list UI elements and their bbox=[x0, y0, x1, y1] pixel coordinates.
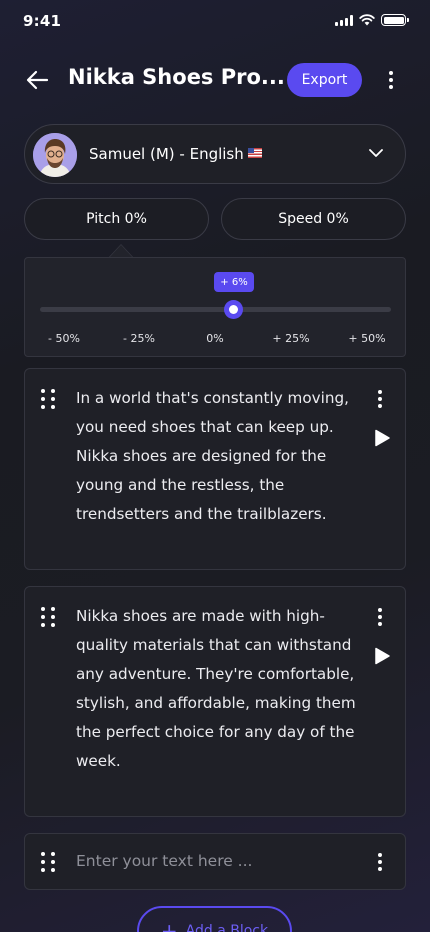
slider-tick: - 25% bbox=[123, 332, 155, 345]
play-icon[interactable] bbox=[374, 429, 390, 447]
popover-caret bbox=[108, 244, 134, 258]
page-title: Nikka Shoes Pro... bbox=[68, 65, 285, 89]
wifi-icon bbox=[359, 14, 375, 26]
drag-handle-icon[interactable] bbox=[41, 607, 55, 627]
back-arrow-icon[interactable] bbox=[24, 66, 52, 94]
status-bar: 9:41 bbox=[0, 0, 430, 44]
block-more-icon[interactable] bbox=[370, 604, 390, 630]
block-more-icon[interactable] bbox=[370, 386, 390, 412]
speed-button[interactable]: Speed 0% bbox=[221, 198, 406, 240]
slider-thumb[interactable] bbox=[224, 300, 243, 319]
slider-tick: - 50% bbox=[48, 332, 80, 345]
top-app-bar: Nikka Shoes Pro... Export bbox=[0, 60, 430, 100]
voice-selector[interactable]: Samuel (M) - English bbox=[24, 124, 406, 184]
cellular-signal-icon bbox=[335, 14, 353, 26]
play-icon[interactable] bbox=[374, 647, 390, 665]
pitch-slider-panel: + 6% - 50% - 25% 0% + 25% + 50% bbox=[24, 257, 406, 357]
pitch-button[interactable]: Pitch 0% bbox=[24, 198, 209, 240]
block-more-icon[interactable] bbox=[370, 849, 390, 875]
block-text[interactable]: In a world that's constantly moving, you… bbox=[76, 384, 361, 529]
slider-tick: + 25% bbox=[272, 332, 310, 345]
slider-value-tooltip: + 6% bbox=[214, 272, 254, 292]
status-time: 9:41 bbox=[23, 12, 62, 30]
add-block-button[interactable]: + Add a Block bbox=[137, 906, 292, 932]
slider-track[interactable] bbox=[40, 307, 391, 312]
voice-avatar bbox=[33, 133, 77, 177]
text-block: Nikka shoes are made with high-quality m… bbox=[24, 586, 406, 817]
text-input[interactable]: Enter your text here ... bbox=[76, 852, 252, 870]
voice-name: Samuel (M) - English bbox=[89, 145, 244, 163]
drag-handle-icon[interactable] bbox=[41, 389, 55, 409]
battery-icon bbox=[381, 14, 409, 26]
slider-tick: 0% bbox=[206, 332, 224, 345]
slider-ticks: - 50% - 25% 0% + 25% + 50% bbox=[25, 332, 405, 348]
text-block: In a world that's constantly moving, you… bbox=[24, 368, 406, 570]
chevron-down-icon bbox=[369, 149, 383, 157]
drag-handle-icon[interactable] bbox=[41, 852, 55, 872]
more-options-icon[interactable] bbox=[381, 67, 401, 93]
add-block-label: Add a Block bbox=[185, 923, 269, 932]
export-button[interactable]: Export bbox=[287, 63, 362, 97]
new-text-block: Enter your text here ... bbox=[24, 833, 406, 890]
status-icons bbox=[335, 14, 409, 26]
plus-icon: + bbox=[160, 919, 178, 932]
slider-tick: + 50% bbox=[348, 332, 386, 345]
block-text[interactable]: Nikka shoes are made with high-quality m… bbox=[76, 602, 361, 776]
voice-label: Samuel (M) - English bbox=[89, 145, 262, 163]
us-flag-icon bbox=[247, 148, 262, 158]
